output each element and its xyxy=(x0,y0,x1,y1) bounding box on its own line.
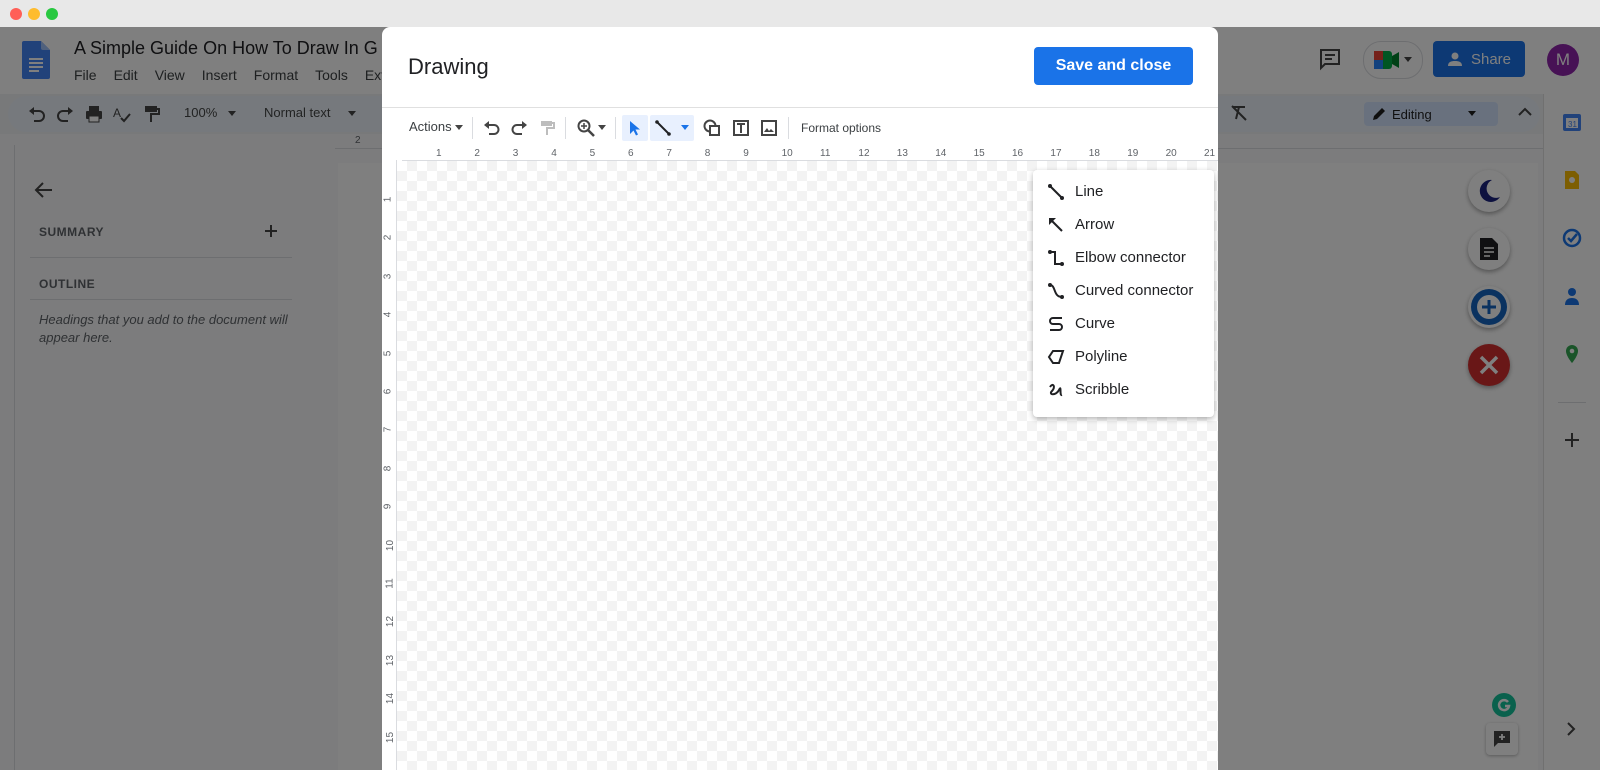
ruler-number: 18 xyxy=(1088,148,1100,159)
ruler-number: 12 xyxy=(858,148,870,159)
image-icon[interactable] xyxy=(761,120,777,136)
ruler-number: 8 xyxy=(382,465,394,472)
ruler-number: 7 xyxy=(666,148,672,159)
menu-item-label: Scribble xyxy=(1075,381,1130,398)
arrow-icon xyxy=(1049,217,1063,232)
toolbar-separator xyxy=(615,117,616,139)
ruler-number: 14 xyxy=(385,693,397,705)
ruler-number: 9 xyxy=(743,148,749,159)
ruler-number: 15 xyxy=(385,731,397,743)
close-window-button[interactable] xyxy=(10,8,22,20)
ruler-number: 7 xyxy=(382,427,394,433)
save-and-close-button[interactable]: Save and close xyxy=(1034,47,1193,85)
menu-item-label: Arrow xyxy=(1075,216,1115,233)
line-type-menu: Line Arrow Elbow connector Curved connec… xyxy=(1033,170,1214,417)
actions-menu[interactable]: Actions xyxy=(409,119,464,134)
ruler-number: 1 xyxy=(382,196,394,203)
ruler-number: 12 xyxy=(385,616,397,628)
menu-item-elbow-connector[interactable]: Elbow connector xyxy=(1033,241,1214,274)
ruler-number: 11 xyxy=(820,148,831,159)
shape-icon[interactable] xyxy=(703,119,721,137)
minimize-window-button[interactable] xyxy=(28,8,40,20)
divider xyxy=(382,107,1218,108)
ruler-number: 3 xyxy=(512,148,519,159)
ruler-number: 4 xyxy=(551,148,557,159)
menu-item-scribble[interactable]: Scribble xyxy=(1033,373,1214,406)
menu-item-label: Curve xyxy=(1075,315,1116,332)
paint-format-icon[interactable] xyxy=(539,120,555,136)
menu-item-polyline[interactable]: Polyline xyxy=(1033,340,1214,373)
drawing-horizontal-ruler: 1 2 3 4 5 6 7 8 9 10 11 12 13 14 15 16 17 18 19 20 21 xyxy=(402,148,1218,161)
ruler-number: 5 xyxy=(382,350,394,356)
ruler-number: 10 xyxy=(781,148,793,159)
ruler-number: 10 xyxy=(385,539,397,551)
cursor-arrow-icon xyxy=(630,121,640,136)
ruler-number: 16 xyxy=(1012,148,1024,159)
ruler-number: 9 xyxy=(382,503,394,510)
undo-icon[interactable] xyxy=(483,120,501,136)
ruler-number: 11 xyxy=(384,578,396,589)
menu-item-label: Line xyxy=(1075,183,1104,200)
ruler-number: 2 xyxy=(382,235,394,241)
drawing-vertical-ruler: 1 2 3 4 5 6 7 8 9 10 11 12 13 14 15 xyxy=(382,160,397,770)
dialog-title: Drawing xyxy=(408,54,489,79)
menu-item-line[interactable]: Line xyxy=(1033,175,1214,208)
actions-label: Actions xyxy=(409,119,452,134)
ruler-number: 2 xyxy=(474,148,480,159)
text-box-icon[interactable] xyxy=(732,119,750,137)
ruler-number: 21 xyxy=(1204,148,1216,159)
menu-item-curve[interactable]: Curve xyxy=(1033,307,1214,340)
curve-icon xyxy=(1049,316,1063,331)
redo-icon[interactable] xyxy=(510,120,528,136)
ruler-number: 17 xyxy=(1050,148,1062,159)
line-tool-button[interactable] xyxy=(650,115,694,141)
drawing-dialog: Drawing Save and close Actions Format op… xyxy=(382,27,1218,770)
curved-connector-icon xyxy=(1048,282,1064,299)
maximize-window-button[interactable] xyxy=(46,8,58,20)
select-tool-button[interactable] xyxy=(622,115,648,141)
menu-item-curved-connector[interactable]: Curved connector xyxy=(1033,274,1214,307)
line-icon xyxy=(1048,183,1064,200)
ruler-number: 5 xyxy=(589,148,596,159)
ruler-number: 6 xyxy=(628,148,634,159)
ruler-number: 13 xyxy=(385,654,397,666)
polyline-icon xyxy=(1047,349,1065,364)
ruler-number: 13 xyxy=(896,148,908,159)
toolbar-separator xyxy=(788,117,789,139)
ruler-number: 8 xyxy=(704,148,711,159)
window-titlebar xyxy=(0,0,1600,28)
ruler-number: 15 xyxy=(973,148,985,159)
ruler-number: 20 xyxy=(1165,148,1177,159)
ruler-number: 4 xyxy=(382,311,394,318)
ruler-number: 19 xyxy=(1127,148,1139,159)
chevron-down-icon[interactable] xyxy=(598,125,606,131)
menu-item-label: Polyline xyxy=(1075,348,1128,365)
menu-item-label: Elbow connector xyxy=(1075,249,1186,266)
ruler-number: 14 xyxy=(935,148,947,159)
menu-item-arrow[interactable]: Arrow xyxy=(1033,208,1214,241)
chevron-down-icon xyxy=(681,125,689,130)
menu-item-label: Curved connector xyxy=(1075,282,1194,299)
scribble-icon xyxy=(1049,383,1063,396)
elbow-connector-icon xyxy=(1048,249,1064,266)
toolbar-separator xyxy=(565,117,566,139)
ruler-number: 1 xyxy=(436,148,442,159)
ruler-number: 3 xyxy=(382,273,394,280)
chevron-down-icon xyxy=(455,125,464,130)
format-options-button[interactable]: Format options xyxy=(801,121,881,135)
toolbar-separator xyxy=(472,117,473,139)
ruler-number: 6 xyxy=(382,388,394,395)
line-icon xyxy=(655,120,671,136)
zoom-icon[interactable] xyxy=(577,119,595,137)
